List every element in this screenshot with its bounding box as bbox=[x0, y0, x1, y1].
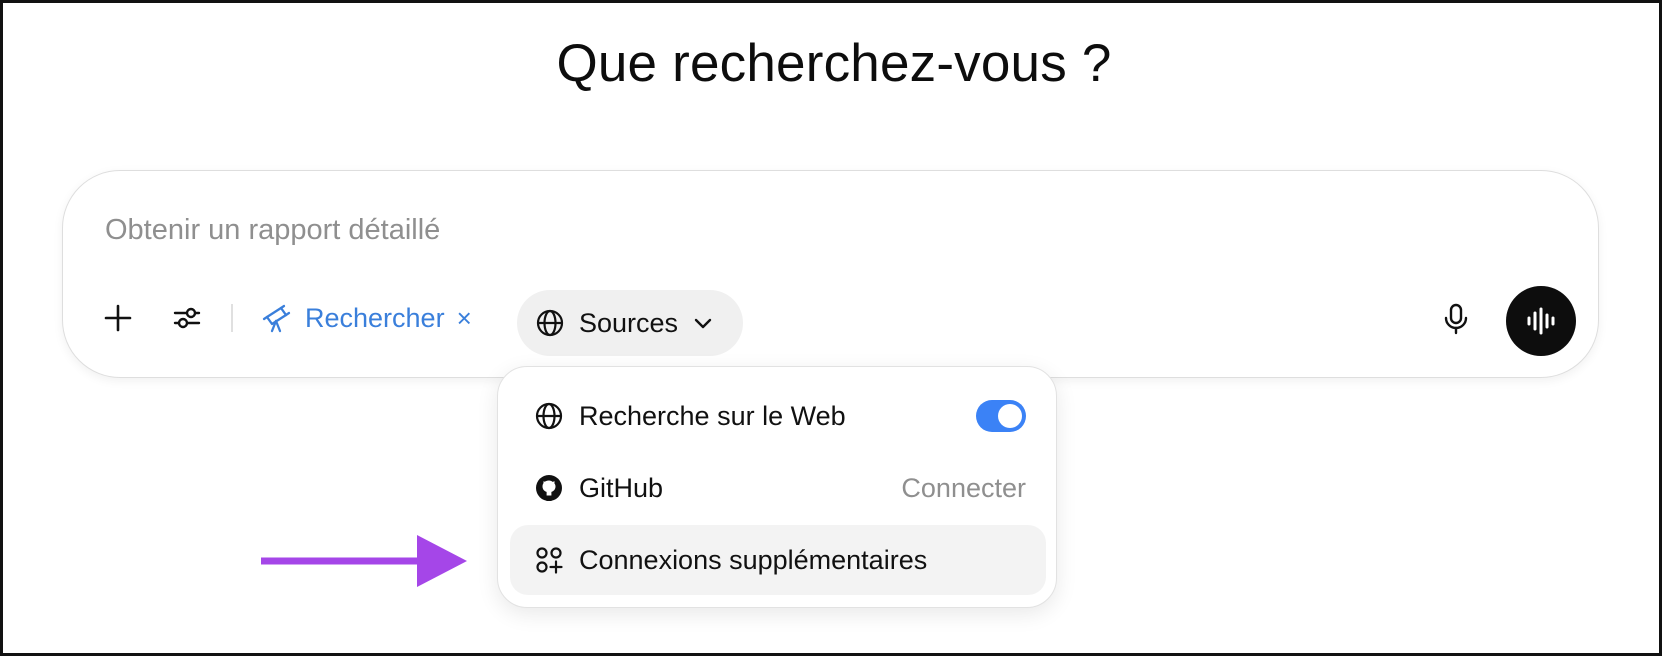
research-chip-label: Rechercher bbox=[305, 302, 445, 333]
annotation-arrow bbox=[261, 535, 467, 587]
menu-item-label: Connexions supplémentaires bbox=[579, 544, 928, 575]
menu-item-web-search[interactable]: Recherche sur le Web bbox=[510, 381, 1046, 451]
voice-mode-button[interactable] bbox=[1506, 286, 1576, 356]
globe-icon bbox=[535, 402, 563, 430]
waveform-icon bbox=[1527, 307, 1555, 335]
apps-plus-icon bbox=[536, 547, 563, 574]
tools-button[interactable] bbox=[162, 293, 212, 343]
menu-item-label: GitHub bbox=[579, 472, 664, 503]
github-icon bbox=[536, 475, 562, 501]
research-chip-close-button[interactable]: × bbox=[457, 303, 472, 334]
menu-item-github[interactable]: GitHub Connecter bbox=[510, 453, 1046, 523]
composer: Obtenir un rapport détaillé Rechercher ×… bbox=[62, 170, 1599, 378]
globe-icon bbox=[536, 309, 564, 337]
plus-icon bbox=[104, 304, 132, 332]
web-search-toggle[interactable] bbox=[976, 400, 1026, 432]
chevron-down-icon bbox=[694, 318, 712, 329]
toolbar-divider bbox=[231, 304, 233, 332]
add-button[interactable] bbox=[93, 293, 143, 343]
dictation-button[interactable] bbox=[1428, 291, 1484, 347]
telescope-icon bbox=[262, 304, 291, 333]
prompt-input[interactable]: Obtenir un rapport détaillé bbox=[105, 214, 440, 247]
menu-item-more-connections[interactable]: Connexions supplémentaires bbox=[510, 525, 1046, 595]
github-connect-link[interactable]: Connecter bbox=[901, 473, 1026, 504]
microphone-icon bbox=[1444, 303, 1468, 335]
sliders-icon bbox=[173, 307, 201, 329]
screenshot-frame: Que recherchez-vous ? Obtenir un rapport… bbox=[0, 0, 1662, 656]
menu-item-label: Recherche sur le Web bbox=[579, 400, 846, 431]
sources-dropdown-menu: Recherche sur le Web GitHub Connecter Co… bbox=[497, 366, 1057, 608]
page-title: Que recherchez-vous ? bbox=[556, 34, 1112, 93]
toggle-knob bbox=[998, 404, 1022, 428]
sources-button-label: Sources bbox=[579, 307, 679, 338]
sources-button[interactable]: Sources bbox=[517, 290, 743, 356]
research-chip[interactable]: Rechercher × bbox=[261, 293, 472, 343]
